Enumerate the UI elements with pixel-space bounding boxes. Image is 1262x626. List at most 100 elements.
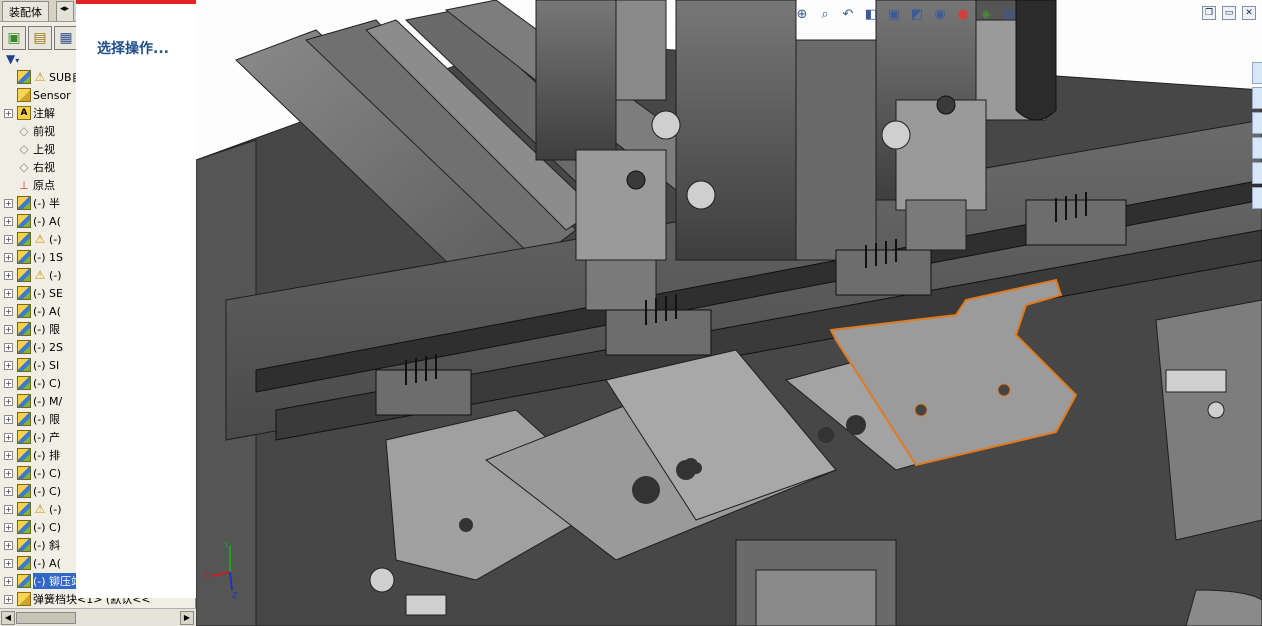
component-icon	[17, 286, 31, 300]
tab-assembly[interactable]: 装配体	[2, 1, 49, 21]
part-icon	[17, 592, 31, 606]
feature-manager-icon[interactable]: ▣	[2, 26, 26, 50]
restore-icon[interactable]: ❐	[1202, 6, 1216, 20]
tree-horizontal-scrollbar[interactable]: ◀ ▶	[0, 608, 196, 626]
expand-icon[interactable]: +	[4, 378, 13, 388]
selected-plate-hole-2	[997, 383, 1011, 397]
plate-hole-1	[632, 476, 660, 504]
chevron-down-icon[interactable]: ▾	[15, 56, 19, 65]
tree-item-label: (-) 斜	[33, 539, 61, 552]
expand-icon[interactable]: +	[4, 306, 13, 316]
component-icon	[17, 214, 31, 228]
origin-icon: ⊥	[19, 178, 29, 192]
selected-plate-hole-1	[914, 403, 928, 417]
task-tab-file-explorer[interactable]	[1252, 112, 1262, 134]
expand-icon[interactable]: +	[4, 360, 13, 370]
triad-x-label: X	[204, 571, 210, 580]
component-icon	[17, 502, 31, 516]
column-c	[795, 39, 877, 261]
property-manager-icon[interactable]: ▤	[28, 26, 52, 50]
tree-item-label: (-)	[49, 502, 62, 516]
expand-icon[interactable]: +	[4, 414, 13, 424]
sensor-icon	[17, 88, 31, 102]
zoom-fit-icon[interactable]: ⊕	[792, 4, 812, 24]
task-tab-view-palette[interactable]	[1252, 137, 1262, 159]
scroll-right-icon[interactable]: ▶	[180, 611, 194, 625]
assembly-model-view[interactable]	[196, 0, 1262, 626]
gripper-1-body	[575, 149, 667, 261]
expand-icon[interactable]: +	[4, 540, 13, 550]
previous-view-icon[interactable]: ↶	[838, 4, 858, 24]
warning-icon: ⚠	[34, 268, 46, 282]
view-orientation-icon[interactable]: ▣	[884, 4, 904, 24]
tree-item-label: (-) A(	[33, 304, 61, 318]
expand-icon[interactable]: +	[4, 108, 13, 118]
expand-icon[interactable]: +	[4, 288, 13, 298]
warning-icon: ⚠	[34, 232, 46, 246]
scroll-left-icon[interactable]: ◀	[1, 611, 15, 625]
expand-icon[interactable]: +	[4, 594, 13, 604]
tree-item-label: (-) SE	[33, 286, 63, 300]
expand-icon[interactable]: +	[4, 198, 13, 208]
expand-icon[interactable]: +	[4, 558, 13, 568]
expand-icon[interactable]: +	[4, 342, 13, 352]
expand-icon[interactable]: +	[4, 216, 13, 226]
expand-icon[interactable]: +	[4, 504, 13, 514]
bottom-block-face	[755, 569, 877, 626]
column-a	[535, 0, 617, 161]
expand-icon[interactable]: +	[4, 234, 13, 244]
select-operation-message: 选择操作...	[97, 41, 169, 57]
appearance-icon[interactable]: ●	[953, 4, 973, 24]
scroll-thumb[interactable]	[16, 612, 76, 624]
component-icon	[17, 412, 31, 426]
expand-icon[interactable]: +	[4, 270, 13, 280]
hide-show-icon[interactable]: ◉	[930, 4, 950, 24]
close-icon[interactable]: ✕	[1242, 6, 1256, 20]
warning-icon: ⚠	[34, 502, 46, 516]
configuration-manager-icon[interactable]: ▦	[54, 26, 78, 50]
expand-icon[interactable]: +	[4, 450, 13, 460]
section-view-icon[interactable]: ◧	[861, 4, 881, 24]
component-icon	[17, 196, 31, 210]
scene-icon[interactable]: ◈	[976, 4, 996, 24]
tree-item-label: 注解	[33, 107, 55, 120]
expand-icon[interactable]: +	[4, 252, 13, 262]
minimize-icon[interactable]: ▭	[1222, 6, 1236, 20]
tree-item-label: (-) 2S	[33, 340, 64, 354]
triad-z-axis	[229, 571, 233, 591]
graphics-area[interactable]: ⊕ ⌕ ↶ ◧ ▣ ◩ ◉ ● ◈ ▤ ❐ ▭ ✕ Y X Z	[196, 0, 1262, 626]
component-icon	[17, 304, 31, 318]
task-tab-appearances[interactable]	[1252, 162, 1262, 184]
component-icon	[17, 448, 31, 462]
gripper-1-hole	[626, 170, 646, 190]
expand-icon[interactable]: +	[4, 396, 13, 406]
tree-item-label: 前视	[33, 125, 55, 138]
tree-item-label: (-) 1S	[33, 250, 64, 264]
component-icon	[17, 466, 31, 480]
gripper-1-knob-upper	[651, 110, 681, 140]
connector-3	[835, 249, 932, 296]
warning-icon: ⚠	[34, 70, 46, 84]
component-icon	[17, 340, 31, 354]
tree-item-label: (-)	[49, 232, 62, 246]
expand-icon[interactable]: +	[4, 468, 13, 478]
gripper-2-body	[895, 99, 987, 211]
funnel-icon[interactable]: ▼	[6, 52, 15, 66]
dark-cylinder	[1015, 0, 1057, 121]
expand-icon[interactable]: +	[4, 432, 13, 442]
task-tab-resources[interactable]	[1252, 62, 1262, 84]
component-icon	[17, 538, 31, 552]
zoom-area-icon[interactable]: ⌕	[815, 4, 835, 24]
tree-item-label: (-) 半	[33, 197, 61, 210]
task-tab-custom-properties[interactable]	[1252, 187, 1262, 209]
expand-icon[interactable]: +	[4, 576, 13, 586]
task-tab-design-library[interactable]	[1252, 87, 1262, 109]
tab-scroll-arrows[interactable]: ◂▸	[56, 1, 74, 21]
view-settings-icon[interactable]: ▤	[999, 4, 1019, 24]
tree-item-label: (-) 限	[33, 323, 61, 336]
expand-icon[interactable]: +	[4, 324, 13, 334]
plate-hole-5	[818, 427, 834, 443]
expand-icon[interactable]: +	[4, 486, 13, 496]
expand-icon[interactable]: +	[4, 522, 13, 532]
display-style-icon[interactable]: ◩	[907, 4, 927, 24]
